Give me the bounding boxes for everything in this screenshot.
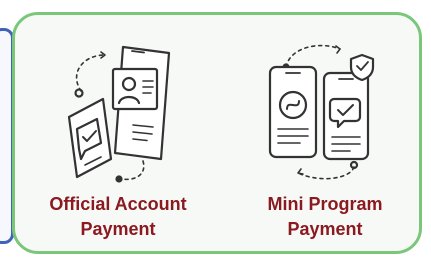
official-account-payment-option[interactable]: Official Account Payment (23, 15, 213, 251)
mini-program-title-line2: Payment (287, 219, 363, 239)
mini-program-title-line1: Mini Program (267, 194, 383, 214)
official-account-illustration-icon (67, 45, 171, 183)
official-account-payment-label: Official Account Payment (23, 192, 213, 242)
official-account-title-line1: Official Account (49, 194, 187, 214)
mini-program-payment-option[interactable]: Mini Program Payment (230, 15, 420, 251)
mini-program-payment-label: Mini Program Payment (230, 192, 420, 242)
official-account-title-line2: Payment (80, 219, 156, 239)
mini-program-illustration-icon (268, 44, 375, 180)
payment-options-panel: Official Account Payment Mini Program Pa… (12, 12, 422, 254)
payment-options-screen: Official Account Payment Mini Program Pa… (0, 0, 431, 262)
